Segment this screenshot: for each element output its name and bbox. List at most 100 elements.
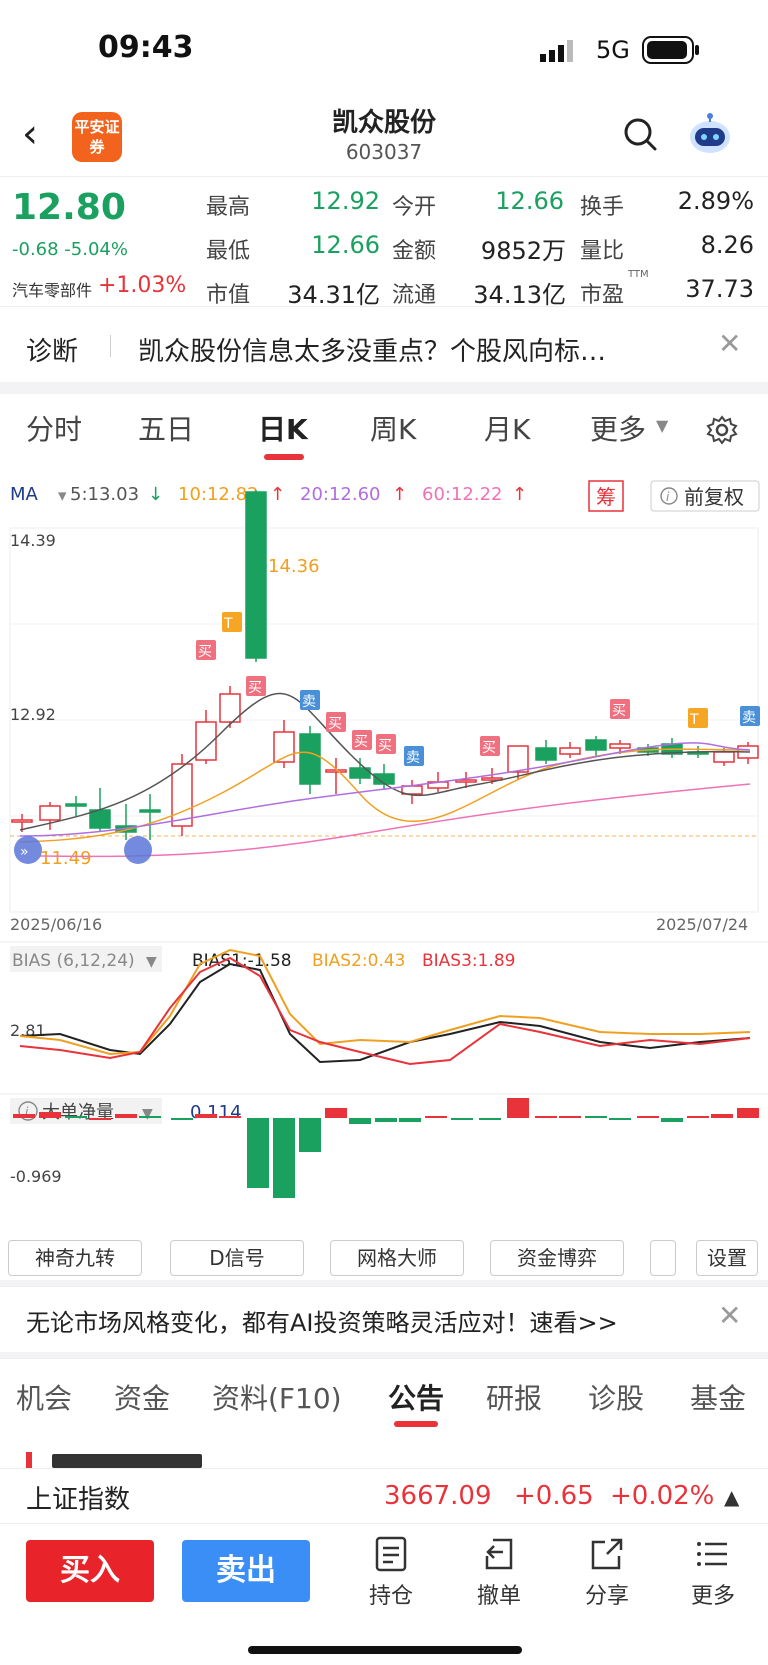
divider [0,382,768,394]
ma-dropdown-icon[interactable]: ▾ [58,486,67,506]
y-top-label: 14.39 [10,531,56,550]
index-value: 3667.09 [384,1481,492,1511]
tab-announcements[interactable]: 公告 [388,1377,444,1417]
status-bar: 09:43 5G [0,0,768,100]
share-button[interactable]: 分享 [572,1534,642,1610]
tool-magic-nine[interactable]: 神奇九转 [8,1240,142,1276]
ma60-value: 60:12.22 [422,484,503,505]
signal-label: 卖 [406,750,420,766]
bias-label: BIAS (6,12,24) [12,951,135,971]
tool-partial[interactable] [650,1240,676,1276]
diagnosis-bar[interactable]: 诊断 凯众股份信息太多没重点？个股风向标… ✕ [0,306,768,382]
chart-area[interactable]: MA ▾ 5:13.03 ↓ 10:12.82 ↑ 20:12.60 ↑ 60:… [0,464,768,1234]
close-icon[interactable]: ✕ [718,327,741,360]
signal-label: 买 [198,644,212,660]
bigorder-y-label: -0.969 [10,1167,62,1186]
tool-grid-master[interactable]: 网格大师 [330,1240,464,1276]
kline-chart[interactable]: MA ▾ 5:13.03 ↓ 10:12.82 ↑ 20:12.60 ↑ 60:… [0,464,768,1234]
info-tabs: 机会 资金 资料(F10) 公告 研报 诊股 基金 [0,1358,768,1428]
candle-body [245,491,267,659]
bigorder-bar [247,1118,269,1188]
undo-icon [485,1538,513,1570]
sector-change: +1.03% [98,273,187,298]
bigorder-bar [13,1114,35,1118]
bigorder-bar [39,1112,61,1118]
signal-label: 卖 [742,710,756,726]
bigorder-bar [451,1118,473,1120]
ma10-arrow: ↑ [270,484,285,505]
bigorder-bar [507,1098,529,1118]
signal-label: 买 [248,680,262,696]
tab-five-day[interactable]: 五日 [138,408,194,448]
chevron-down-icon[interactable]: ▼ [142,1106,153,1122]
price-change: -0.68 -5.04% [12,239,128,260]
ai-assistant-icon[interactable] [686,110,734,158]
search-icon[interactable] [622,116,658,152]
signal-label: 买 [482,740,496,756]
buy-button[interactable]: 买入 [26,1540,154,1602]
open-label: 今开 [392,195,437,220]
high-label: 最高 [206,195,251,220]
bigorder-bar [65,1116,87,1118]
bigorder-bar [219,1116,241,1118]
header: ‹ 平安证券 凯众股份 603037 [0,100,768,176]
candle-body [65,803,87,807]
sector-name[interactable]: 汽车零部件 [12,277,92,301]
candle-body [39,805,61,821]
tool-settings[interactable]: 设置 [696,1240,758,1276]
bigorder-bar [195,1114,217,1118]
sell-button[interactable]: 卖出 [182,1540,310,1602]
tool-fund-game[interactable]: 资金博弈 [490,1240,624,1276]
cancel-order-button[interactable]: 撤单 [464,1534,534,1610]
tab-fund[interactable]: 基金 [690,1377,746,1417]
candle-body [11,819,33,823]
close-icon[interactable]: ✕ [718,1299,741,1332]
menu-icon [697,1542,727,1566]
ma20-arrow: ↑ [392,484,407,505]
more-button[interactable]: 更多 [678,1534,748,1610]
ad-text[interactable]: 无论市场风格变化，都有AI投资策略灵活应对！速看>> [26,1303,618,1338]
ma-label: MA [10,484,39,505]
tab-opportunity[interactable]: 机会 [16,1377,72,1417]
chevron-down-icon[interactable]: ▼ [656,416,668,435]
bigorder-bar [89,1118,111,1120]
tab-research[interactable]: 研报 [486,1377,542,1417]
bigorder-bar [375,1118,397,1122]
low-value: 12.66 [311,231,380,259]
pe-value: 37.73 [685,275,754,303]
float-cap-label: 流通 [392,283,437,308]
ma5-arrow: ↓ [148,484,163,505]
index-bar[interactable]: 上证指数 3667.09 +0.65 +0.02% ▲ [0,1468,768,1524]
tab-intraday[interactable]: 分时 [26,408,82,448]
tab-daily-k[interactable]: 日K [258,408,308,448]
ad-banner[interactable]: 无论市场风格变化，都有AI投资策略灵活应对！速看>> ✕ [0,1286,768,1352]
chip-label: 筹 [596,485,616,509]
diagnosis-text[interactable]: 凯众股份信息太多没重点？个股风向标… [138,331,698,368]
market-cap-value: 34.31亿 [287,281,380,309]
bigorder-bar [325,1108,347,1118]
gear-icon[interactable] [706,414,738,446]
date-start: 2025/06/16 [10,915,102,934]
tab-more[interactable]: 更多 [590,408,646,448]
tab-f10[interactable]: 资料(F10) [212,1377,342,1417]
positions-button[interactable]: 持仓 [356,1534,426,1610]
bigorder-bar [349,1118,371,1124]
tab-funds[interactable]: 资金 [114,1377,170,1417]
pe-ttm-suffix: TTM [628,269,649,280]
bigorder-bar [711,1114,733,1118]
tab-weekly-k[interactable]: 周K [370,408,416,448]
fullscreen-icon[interactable] [124,836,152,864]
ma5-line [19,692,751,831]
chevron-up-icon[interactable]: ▲ [724,1485,739,1509]
tab-indicator [394,1421,438,1427]
home-indicator [248,1646,522,1654]
signal-label: 买 [378,738,392,754]
tool-d-signal[interactable]: D信号 [170,1240,304,1276]
bigorder-bar [139,1116,161,1118]
chevron-down-icon[interactable]: ▼ [146,954,157,970]
positions-label: 持仓 [368,1584,413,1609]
candle-body [535,747,557,761]
tab-diagnose[interactable]: 诊股 [588,1377,644,1417]
tab-monthly-k[interactable]: 月K [484,408,530,448]
period-tabs: 分时 五日 日K 周K 月K 更多 ▼ [0,394,768,464]
